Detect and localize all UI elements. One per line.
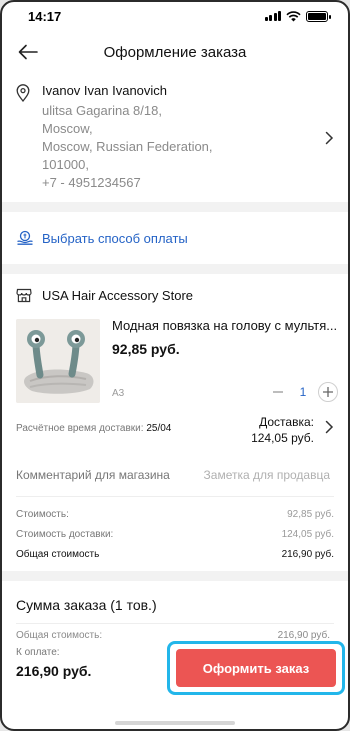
product-headband-image [16, 319, 100, 403]
checkout-bar: К оплате: 216,90 руб. Оформить заказ [2, 641, 348, 705]
total-cost-row: Общая стоимость 216,90 руб. [16, 545, 334, 565]
store-icon [16, 288, 32, 302]
order-summary: Сумма заказа (1 тов.) Общая стоимость: 2… [2, 581, 348, 705]
summary-total-value: 216,90 руб. [277, 630, 330, 641]
summary-total-row: Общая стоимость: 216,90 руб. [2, 624, 348, 641]
wifi-icon [286, 10, 301, 21]
cost-label: Стоимость: [16, 509, 69, 520]
chevron-right-icon [325, 131, 334, 145]
delivery-cost-label: Доставка: [259, 415, 314, 429]
store-header[interactable]: USA Hair Accessory Store [2, 274, 348, 316]
address-line: Moscow, Russian Federation, [42, 139, 213, 154]
delivery-cost: Доставка: 124,05 руб. [251, 414, 314, 446]
delivery-estimate-date: 25/04 [146, 423, 172, 434]
order-summary-title: Сумма заказа (1 тов.) [16, 597, 157, 613]
payment-coins-icon [17, 230, 33, 245]
delivery-row[interactable]: Расчётное время доставки: 25/04 Доставка… [2, 406, 348, 454]
payment-method-link: Выбрать способ оплаты [42, 230, 188, 246]
location-pin-icon [16, 84, 30, 102]
seller-note-input[interactable] [180, 468, 330, 482]
arrow-left-icon [18, 44, 38, 60]
back-button[interactable] [14, 38, 42, 66]
recipient-name: Ivanov Ivan Ivanovich [42, 83, 168, 98]
product-variant: A3 [112, 388, 125, 399]
address-line: 101000, [42, 157, 89, 172]
cost-value: 216,90 руб. [281, 549, 334, 560]
product-item: Модная повязка на голову с мультя... 92,… [2, 316, 348, 406]
section-divider [2, 264, 348, 274]
quantity-stepper: 1 [268, 382, 338, 402]
address-line: ulitsa Gagarina 8/18, [42, 103, 162, 118]
product-price: 92,85 руб. [112, 341, 180, 357]
signal-icon [264, 11, 281, 21]
battery-icon [306, 10, 331, 22]
store-name: USA Hair Accessory Store [42, 287, 193, 303]
cost-row: Стоимость: 92,85 руб. [16, 505, 334, 525]
delivery-estimate-label: Расчётное время доставки: [16, 423, 144, 434]
store-order-card: USA Hair Accessory Store Модная повязка … [2, 274, 348, 571]
chevron-right-icon [325, 420, 334, 434]
delivery-estimate: Расчётное время доставки: 25/04 [16, 423, 171, 434]
address-phone: +7 - 4951234567 [42, 175, 141, 190]
quantity-value: 1 [299, 385, 307, 399]
section-divider [2, 202, 348, 212]
cost-breakdown: Стоимость: 92,85 руб. Стоимость доставки… [2, 497, 348, 571]
cost-value: 92,85 руб. [287, 509, 334, 520]
amount-due-label: К оплате: [16, 647, 60, 658]
payment-method-row[interactable]: Выбрать способ оплаты [2, 212, 348, 264]
decrease-quantity-button[interactable] [268, 382, 288, 402]
comment-label: Комментарий для магазина [16, 468, 170, 482]
cost-value: 124,05 руб. [281, 529, 334, 540]
product-title[interactable]: Модная повязка на голову с мультя... [112, 318, 342, 333]
status-bar: 14:17 [2, 2, 348, 30]
minus-icon [273, 391, 283, 393]
page-header: Оформление заказа [2, 30, 348, 74]
plus-icon [323, 387, 333, 397]
store-comment-row: Комментарий для магазина [2, 454, 348, 496]
shipping-address-card[interactable]: Ivanov Ivan Ivanovich ulitsa Gagarina 8/… [2, 74, 348, 202]
section-divider [2, 571, 348, 581]
home-indicator [115, 721, 235, 725]
address-line: Moscow, [42, 121, 93, 136]
place-order-button[interactable]: Оформить заказ [176, 649, 336, 687]
summary-total-label: Общая стоимость: [16, 630, 103, 641]
page-title: Оформление заказа [103, 43, 247, 61]
increase-quantity-button[interactable] [318, 382, 338, 402]
phone-screen: 14:17 Оформление заказа Ivanov Ivan Ivan [0, 0, 350, 731]
amount-due-value: 216,90 руб. [16, 663, 92, 679]
status-time: 14:17 [28, 8, 62, 24]
cost-label: Стоимость доставки: [16, 529, 114, 540]
status-icons [264, 10, 331, 22]
product-image[interactable] [16, 319, 100, 403]
shipping-cost-row: Стоимость доставки: 124,05 руб. [16, 525, 334, 545]
cost-label: Общая стоимость [16, 549, 100, 560]
delivery-cost-value: 124,05 руб. [251, 431, 314, 445]
